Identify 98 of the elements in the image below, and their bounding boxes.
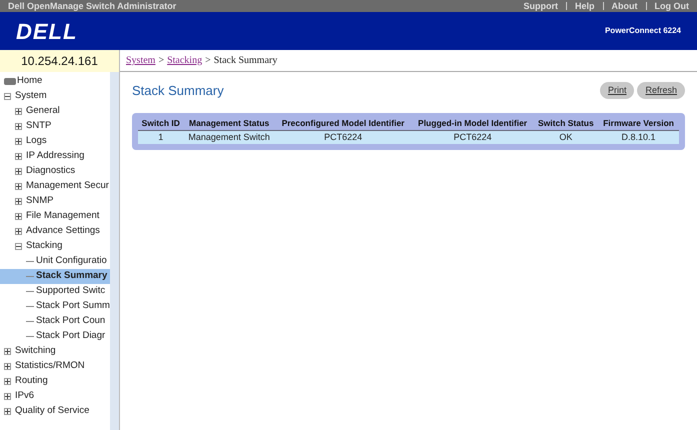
- tree-label: IP Addressing: [26, 149, 84, 164]
- table-cell: PCT6224: [412, 130, 534, 144]
- tree-label: Unit Configuratio: [36, 254, 107, 268]
- tree-label: Management Secur: [26, 179, 109, 194]
- table-cell: OK: [534, 130, 598, 144]
- expand-icon[interactable]: [15, 153, 22, 160]
- tree-connector-icon: [26, 291, 34, 292]
- tree-item[interactable]: Stack Port Summ: [0, 299, 110, 314]
- logo: DELL: [16, 18, 78, 46]
- tree-item[interactable]: IP Addressing: [0, 149, 110, 164]
- tree-label: IPv6: [15, 389, 34, 404]
- column-header: Preconfigured Model Identifier: [274, 118, 412, 130]
- tree-label: Stack Port Diagr: [36, 329, 106, 344]
- app-title: Dell OpenManage Switch Administrator: [8, 2, 176, 10]
- expand-icon[interactable]: [15, 198, 22, 205]
- tree-connector-icon: [26, 321, 34, 322]
- tree-item[interactable]: SNTP: [0, 119, 110, 134]
- tree-item[interactable]: Supported Switc: [0, 284, 110, 299]
- table-cell: 1: [138, 130, 184, 144]
- tree-label: Stack Port Coun: [36, 314, 106, 328]
- top-link[interactable]: Support: [523, 2, 558, 10]
- column-header: Switch Status: [534, 118, 598, 130]
- breadcrumb-separator: >: [205, 54, 211, 68]
- action-button[interactable]: Refresh: [637, 82, 685, 100]
- breadcrumb-current: Stack Summary: [214, 54, 278, 68]
- tree-label: Quality of Service: [15, 404, 90, 418]
- top-link[interactable]: Help: [574, 2, 594, 10]
- ip-address: 10.254.24.161: [0, 50, 119, 72]
- tree-label: Routing: [15, 374, 48, 388]
- tree-connector-icon: [26, 276, 34, 277]
- collapse-icon[interactable]: [4, 93, 11, 100]
- product-name: PowerConnect 6224: [604, 25, 681, 37]
- top-link[interactable]: About: [612, 2, 638, 10]
- tree-item[interactable]: System: [0, 89, 110, 104]
- expand-icon[interactable]: [15, 168, 22, 175]
- page-title: Stack Summary: [132, 82, 224, 100]
- tree-item[interactable]: IPv6: [0, 389, 110, 404]
- expand-icon[interactable]: [15, 213, 22, 220]
- table-cell: D.8.10.1: [598, 130, 679, 144]
- home-icon: [4, 78, 16, 85]
- tree-item[interactable]: SNMP: [0, 194, 110, 209]
- tree-label: Switching: [15, 344, 56, 358]
- column-header: Management Status: [184, 118, 275, 130]
- breadcrumb-separator: >: [158, 54, 164, 68]
- expand-icon[interactable]: [4, 378, 11, 385]
- tree-item[interactable]: Management Secur: [0, 179, 110, 194]
- tree-item[interactable]: Stack Summary: [0, 269, 110, 284]
- tree-label: Logs: [26, 134, 47, 148]
- expand-icon[interactable]: [15, 138, 22, 145]
- top-link[interactable]: Log Out: [654, 2, 689, 10]
- table-cell: PCT6224: [274, 130, 412, 144]
- expand-icon[interactable]: [15, 228, 22, 235]
- tree-item[interactable]: Stack Port Diagr: [0, 329, 110, 344]
- breadcrumb-link[interactable]: System: [126, 53, 156, 68]
- tree-item[interactable]: Routing: [0, 374, 110, 389]
- scrollbar[interactable]: [110, 72, 119, 430]
- tree-connector-icon: [26, 261, 34, 262]
- collapse-icon[interactable]: [15, 243, 22, 250]
- tree-label: Supported Switc: [36, 284, 106, 298]
- tree-label: Stack Port Summ: [36, 299, 110, 314]
- tree-item[interactable]: Stacking: [0, 239, 110, 254]
- tree-item[interactable]: Home: [0, 74, 110, 89]
- expand-icon[interactable]: [4, 348, 11, 355]
- tree-label: Diagnostics: [26, 164, 76, 178]
- tree-label: Statistics/RMON: [15, 359, 85, 374]
- expand-icon[interactable]: [4, 393, 11, 400]
- tree-item[interactable]: File Management: [0, 209, 110, 224]
- tree-item[interactable]: Diagnostics: [0, 164, 110, 179]
- expand-icon[interactable]: [15, 123, 22, 130]
- tree-label: SNTP: [26, 119, 52, 134]
- tree-item[interactable]: Switching: [0, 344, 110, 359]
- tree-label: General: [26, 104, 60, 118]
- tree-label: System: [15, 89, 47, 104]
- tree-label: Stacking: [26, 239, 62, 254]
- tree-item[interactable]: Quality of Service: [0, 404, 110, 419]
- tree-label: File Management: [26, 209, 100, 224]
- tree-item[interactable]: Stack Port Coun: [0, 314, 110, 329]
- tree-item[interactable]: Advance Settings: [0, 224, 110, 239]
- tree-connector-icon: [26, 336, 34, 337]
- column-header: Firmware Version: [598, 118, 679, 130]
- expand-icon[interactable]: [15, 108, 22, 115]
- tree-label: Stack Summary: [36, 269, 108, 284]
- column-header: Switch ID: [138, 118, 184, 130]
- tree-item[interactable]: Logs: [0, 134, 110, 149]
- tree-item[interactable]: General: [0, 104, 110, 119]
- expand-icon[interactable]: [4, 363, 11, 370]
- breadcrumb-link[interactable]: Stacking: [167, 53, 202, 68]
- action-button[interactable]: Print: [600, 82, 634, 100]
- tree-item[interactable]: Unit Configuratio: [0, 254, 110, 269]
- tree-label: Advance Settings: [26, 224, 100, 238]
- column-header: Plugged-in Model Identifier: [412, 118, 534, 130]
- expand-icon[interactable]: [4, 408, 11, 415]
- expand-icon[interactable]: [15, 183, 22, 190]
- tree-label: Home: [17, 74, 42, 88]
- tree-connector-icon: [26, 306, 34, 307]
- tree-label: SNMP: [26, 194, 54, 208]
- table-cell: Management Switch: [184, 130, 275, 144]
- tree-item[interactable]: Statistics/RMON: [0, 359, 110, 374]
